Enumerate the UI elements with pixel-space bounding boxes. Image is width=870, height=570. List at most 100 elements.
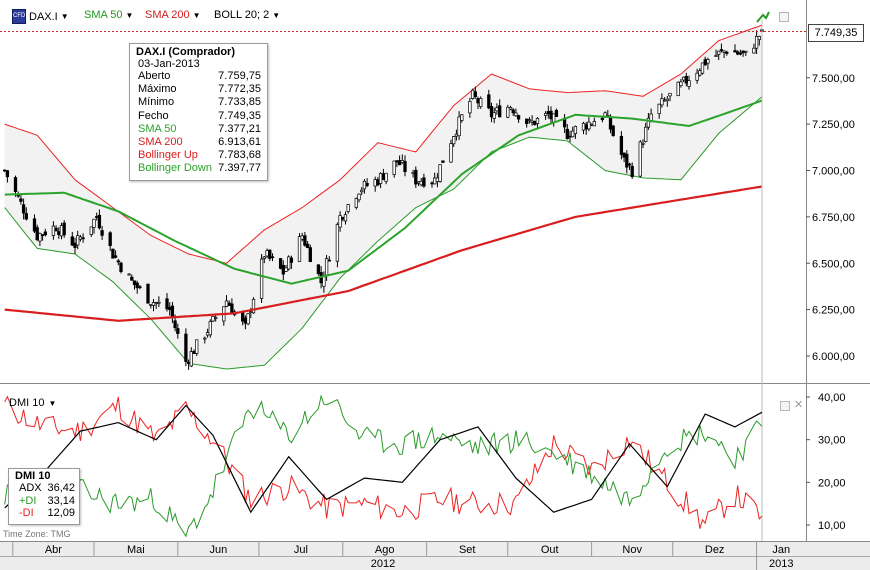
candle-body bbox=[611, 125, 615, 136]
tooltip-row-label: Fecho bbox=[138, 109, 169, 122]
candle-body bbox=[495, 107, 499, 112]
month-label: Set bbox=[459, 544, 476, 556]
candle-body bbox=[581, 122, 586, 131]
tooltip-row-value: 7.749,35 bbox=[218, 109, 261, 122]
symbol-label: DAX.I bbox=[29, 10, 58, 23]
minimize-pane-icon[interactable] bbox=[779, 12, 789, 22]
close-icon[interactable]: ✕ bbox=[794, 398, 803, 411]
minimize-pane-icon[interactable] bbox=[780, 401, 790, 411]
candle-body bbox=[392, 160, 396, 175]
candle-body bbox=[681, 76, 686, 81]
tooltip-row-label: Aberto bbox=[138, 70, 171, 82]
candle-body bbox=[589, 123, 594, 126]
candle-body bbox=[400, 160, 404, 163]
tooltip-row-value: 7.397,77 bbox=[218, 162, 261, 175]
tooltip-row: SMA 50 7.377,21 bbox=[130, 123, 267, 136]
candle-body bbox=[259, 258, 264, 299]
candle-body bbox=[284, 267, 288, 272]
candle-body bbox=[35, 227, 39, 241]
candle-body bbox=[100, 230, 104, 236]
symbol-selector[interactable]: CFD DAX.I ▼ bbox=[12, 9, 69, 24]
candle-body bbox=[343, 214, 348, 222]
candle-body bbox=[468, 101, 472, 114]
tooltip-row-value: 7.772,35 bbox=[218, 83, 261, 96]
candle-body bbox=[435, 177, 440, 182]
candle-body bbox=[157, 301, 161, 304]
boll-indicator-toggle[interactable]: BOLL 20; 2 ▼ bbox=[214, 9, 280, 21]
candle-body bbox=[419, 180, 423, 186]
candle-body bbox=[433, 177, 437, 185]
tooltip-date: 03-Jan-2013 bbox=[138, 58, 200, 70]
candle-body bbox=[346, 204, 350, 212]
candle-body bbox=[706, 59, 710, 64]
candle-body bbox=[316, 264, 321, 275]
candle-body bbox=[373, 179, 377, 187]
candle-body bbox=[449, 143, 453, 163]
candle-body bbox=[176, 328, 180, 334]
candle-body bbox=[170, 305, 175, 319]
month-label: Abr bbox=[45, 544, 62, 556]
candle-body bbox=[32, 218, 37, 232]
candle-body bbox=[360, 189, 364, 193]
candle-body bbox=[736, 51, 740, 55]
candle-body bbox=[21, 204, 26, 214]
tooltip-row-value: 6.913,61 bbox=[218, 135, 261, 148]
tooltip-row-value: 7.759,75 bbox=[218, 70, 261, 82]
candle-body bbox=[365, 182, 369, 186]
candle-body bbox=[722, 50, 726, 53]
candle-body bbox=[649, 113, 653, 121]
candle-body bbox=[552, 113, 556, 123]
candle-body bbox=[657, 103, 661, 115]
candle-body bbox=[241, 311, 245, 322]
candle-body bbox=[498, 105, 502, 118]
candle-body bbox=[376, 179, 380, 186]
candle-body bbox=[733, 50, 737, 53]
candle-body bbox=[714, 55, 718, 57]
tooltip-row: Máximo 7.772,35 bbox=[130, 83, 267, 96]
candle-body bbox=[381, 173, 386, 180]
sma200-label: SMA 200 bbox=[145, 9, 190, 21]
candle-body bbox=[132, 280, 137, 286]
candle-body bbox=[111, 248, 115, 259]
month-label: Ago bbox=[375, 544, 395, 556]
candle-body bbox=[78, 236, 83, 240]
candle-body bbox=[262, 256, 266, 259]
candle-body bbox=[278, 258, 283, 269]
candle-body bbox=[549, 110, 553, 120]
candle-body bbox=[92, 218, 96, 228]
price-tick-label: 6.000,00 bbox=[812, 351, 855, 363]
candle-body bbox=[165, 298, 169, 310]
candle-body bbox=[81, 237, 85, 240]
candle-body bbox=[403, 160, 407, 173]
candle-body bbox=[506, 106, 510, 118]
candle-body bbox=[508, 107, 513, 110]
dmi-row: +DI 33,14 bbox=[9, 495, 79, 508]
candle-body bbox=[665, 98, 669, 102]
candle-body bbox=[322, 276, 326, 287]
sma50-indicator-toggle[interactable]: SMA 50 ▼ bbox=[84, 9, 133, 21]
chart-app-icon: CFD bbox=[12, 9, 26, 24]
year-label: 2013 bbox=[769, 558, 793, 570]
candle-body bbox=[411, 172, 415, 174]
candle-body bbox=[571, 130, 575, 138]
candle-body bbox=[568, 135, 572, 138]
sma50-label: SMA 50 bbox=[84, 9, 123, 21]
dmi-indicator-toggle[interactable]: DMI 10 ▼ bbox=[9, 397, 56, 409]
candle-body bbox=[211, 316, 215, 322]
dmi-label: DMI 10 bbox=[9, 397, 45, 409]
sma200-indicator-toggle[interactable]: SMA 200 ▼ bbox=[145, 9, 201, 21]
candle-body bbox=[533, 120, 537, 126]
month-label: Nov bbox=[622, 544, 642, 556]
candle-body bbox=[554, 109, 559, 117]
candle-body bbox=[622, 152, 626, 158]
candle-body bbox=[487, 94, 491, 109]
dmi-tick-label: 20,00 bbox=[818, 477, 846, 489]
dmi-row: -DI 12,09 bbox=[9, 507, 79, 520]
candle-body bbox=[525, 118, 529, 125]
price-tick-label: 6.250,00 bbox=[812, 305, 855, 317]
candle-body bbox=[289, 257, 294, 263]
candle-body bbox=[89, 226, 93, 235]
candle-body bbox=[644, 126, 648, 142]
candle-body bbox=[287, 256, 291, 270]
candle-body bbox=[203, 337, 207, 340]
